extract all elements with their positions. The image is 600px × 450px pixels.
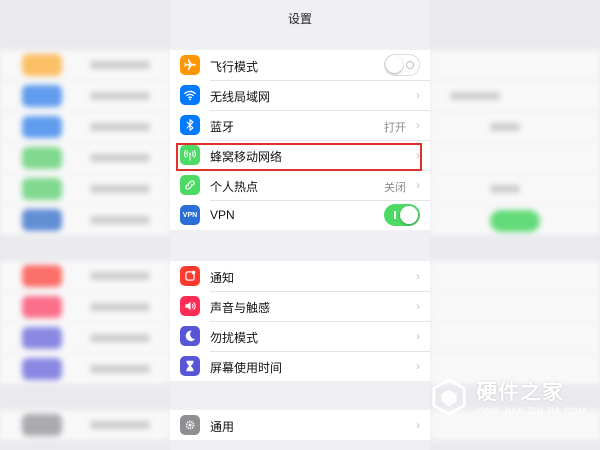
chevron-right-icon: ›	[416, 418, 420, 432]
chevron-right-icon: ›	[416, 329, 420, 343]
settings-row-notifications[interactable]: 通知 ›	[170, 261, 430, 291]
page-title: 设置	[287, 12, 312, 26]
settings-group-general: 通用 ›	[170, 410, 430, 440]
settings-panel: 设置 飞行模式 无线局域网 › 蓝牙 打开 › 蜂窝移动网络 › 个人热点 关闭…	[170, 0, 430, 450]
watermark-subtitle: YING JIAN ZHI JIA.COM	[476, 406, 587, 416]
settings-row-label: 通用	[210, 420, 235, 434]
wifi-icon	[180, 85, 200, 105]
settings-row-label: 蓝牙	[210, 120, 235, 134]
settings-row-screen-time[interactable]: 屏幕使用时间 ›	[170, 351, 430, 381]
settings-row-personal-hotspot[interactable]: 个人热点 关闭 ›	[170, 170, 430, 200]
settings-row-do-not-disturb[interactable]: 勿扰模式 ›	[170, 321, 430, 351]
watermark: 硬件之家 YING JIAN ZHI JIA.COM	[430, 370, 595, 430]
settings-row-wifi[interactable]: 无线局域网 ›	[170, 80, 430, 110]
notifications-icon	[180, 266, 200, 286]
settings-row-airplane-mode[interactable]: 飞行模式	[170, 50, 430, 80]
watermark-title: 硬件之家	[476, 381, 564, 404]
airplane-icon	[180, 55, 200, 75]
airplane-mode-toggle[interactable]	[384, 54, 420, 76]
chevron-right-icon: ›	[416, 178, 420, 192]
settings-group-notifications: 通知 › 声音与触感 › 勿扰模式 › 屏幕使用时间 ›	[170, 261, 430, 381]
chevron-right-icon: ›	[416, 148, 420, 162]
bluetooth-icon	[180, 115, 200, 135]
settings-row-label: VPN	[210, 208, 235, 222]
chevron-right-icon: ›	[416, 359, 420, 373]
hotspot-status-value: 关闭	[384, 182, 406, 194]
settings-row-label: 勿扰模式	[210, 331, 259, 345]
settings-row-label: 飞行模式	[210, 60, 259, 74]
vpn-icon: VPN	[180, 205, 200, 225]
settings-row-label: 个人热点	[210, 180, 259, 194]
settings-row-label: 声音与触感	[210, 301, 271, 315]
blurred-background-left	[0, 0, 170, 450]
settings-row-label: 通知	[210, 271, 235, 285]
settings-row-label: 蜂窝移动网络	[210, 150, 283, 164]
settings-row-cellular[interactable]: 蜂窝移动网络 ›	[170, 140, 430, 170]
settings-row-general[interactable]: 通用 ›	[170, 410, 430, 440]
sound-icon	[180, 296, 200, 316]
hourglass-icon	[180, 356, 200, 376]
cellular-icon	[180, 145, 200, 165]
bluetooth-status-value: 打开	[384, 122, 406, 134]
hotspot-icon	[180, 175, 200, 195]
settings-group-connectivity: 飞行模式 无线局域网 › 蓝牙 打开 › 蜂窝移动网络 › 个人热点 关闭 › …	[170, 50, 430, 230]
settings-row-label: 无线局域网	[210, 90, 271, 104]
moon-icon	[180, 326, 200, 346]
gear-icon	[180, 415, 200, 435]
settings-row-bluetooth[interactable]: 蓝牙 打开 ›	[170, 110, 430, 140]
vpn-toggle[interactable]	[384, 204, 420, 226]
settings-row-label: 屏幕使用时间	[210, 361, 283, 375]
chevron-right-icon: ›	[416, 299, 420, 313]
chevron-right-icon: ›	[416, 118, 420, 132]
chevron-right-icon: ›	[416, 88, 420, 102]
settings-row-vpn[interactable]: VPN VPN	[170, 200, 430, 230]
chevron-right-icon: ›	[416, 269, 420, 283]
watermark-logo-icon	[432, 378, 466, 416]
settings-row-sounds-haptics[interactable]: 声音与触感 ›	[170, 291, 430, 321]
